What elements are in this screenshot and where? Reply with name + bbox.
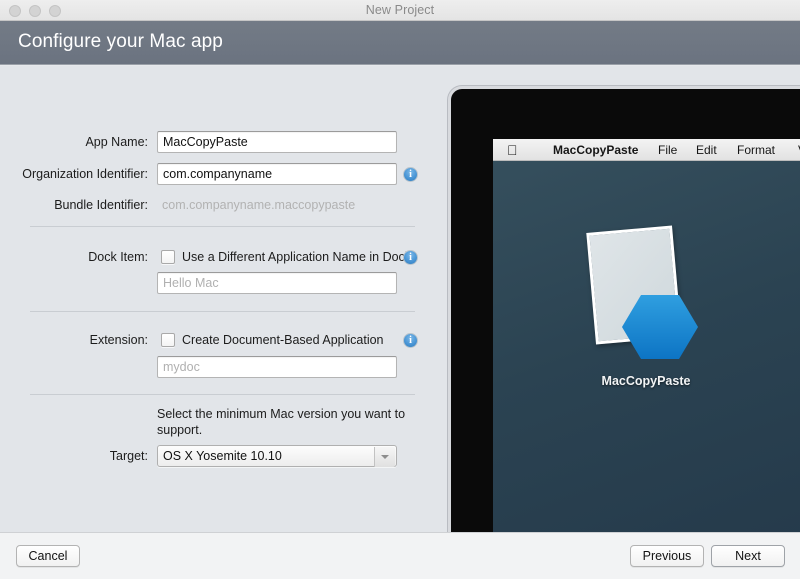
laptop-screen:  MacCopyPaste File Edit Format View bbox=[493, 139, 800, 532]
row-target: Target: OS X Yosemite 10.10 bbox=[0, 445, 440, 467]
divider-1 bbox=[30, 226, 415, 227]
row-organization-identifier: Organization Identifier: com.companyname… bbox=[0, 163, 440, 185]
menu-item-format: Format bbox=[737, 143, 776, 157]
organization-identifier-label: Organization Identifier: bbox=[22, 167, 148, 181]
window-title: New Project bbox=[365, 3, 435, 17]
dock-item-checkbox[interactable] bbox=[161, 250, 175, 264]
target-select-value: OS X Yosemite 10.10 bbox=[163, 449, 282, 463]
extension-checkbox[interactable] bbox=[161, 333, 175, 347]
menu-item-app-name: MacCopyPaste bbox=[553, 143, 639, 157]
laptop-mockup:  MacCopyPaste File Edit Format View bbox=[448, 86, 800, 532]
header-bar: Configure your Mac app bbox=[0, 21, 800, 65]
row-bundle-identifier: Bundle Identifier: com.companyname.macco… bbox=[0, 194, 440, 216]
divider-3 bbox=[30, 394, 415, 395]
previous-button[interactable]: Previous bbox=[630, 545, 704, 567]
app-icon-caption: MacCopyPaste bbox=[601, 374, 691, 388]
cancel-button[interactable]: Cancel bbox=[16, 545, 80, 567]
extension-name-input[interactable]: mydoc bbox=[157, 356, 397, 378]
target-help-text: Select the minimum Mac version you want … bbox=[157, 407, 406, 437]
new-project-window: New Project Configure your Mac app App N… bbox=[0, 0, 800, 579]
preview-menubar:  MacCopyPaste File Edit Format View bbox=[493, 139, 800, 161]
bundle-identifier-value: com.companyname.maccopypaste bbox=[162, 198, 356, 212]
extension-label: Extension: bbox=[89, 333, 148, 347]
apple-logo-icon:  bbox=[507, 141, 518, 159]
divider-2 bbox=[30, 311, 415, 312]
dock-item-label: Dock Item: bbox=[88, 250, 148, 264]
hexagon-icon bbox=[621, 293, 699, 361]
app-icon-illustration: MacCopyPaste bbox=[581, 225, 711, 388]
page-title: Configure your Mac app bbox=[18, 31, 223, 52]
organization-identifier-input[interactable]: com.companyname bbox=[157, 163, 397, 185]
dock-item-checkbox-label[interactable]: Use a Different Application Name in Dock bbox=[182, 250, 411, 264]
content-area: App Name: MacCopyPaste Organization Iden… bbox=[0, 66, 800, 532]
target-select[interactable]: OS X Yosemite 10.10 bbox=[157, 445, 397, 467]
row-extension-name: mydoc bbox=[0, 356, 440, 378]
menu-item-file: File bbox=[658, 143, 678, 157]
titlebar: New Project bbox=[0, 0, 800, 21]
row-app-name: App Name: MacCopyPaste bbox=[0, 131, 440, 153]
row-extension: Extension: Create Document-Based Applica… bbox=[0, 329, 440, 351]
dock-item-info-icon[interactable]: i bbox=[403, 250, 418, 265]
app-preview:  MacCopyPaste File Edit Format View bbox=[440, 66, 800, 532]
bundle-identifier-label: Bundle Identifier: bbox=[54, 198, 148, 212]
row-dock-item-name: Hello Mac bbox=[0, 272, 440, 294]
dock-item-name-input[interactable]: Hello Mac bbox=[157, 272, 397, 294]
app-name-input[interactable]: MacCopyPaste bbox=[157, 131, 397, 153]
target-label: Target: bbox=[109, 449, 148, 463]
extension-checkbox-label[interactable]: Create Document-Based Application bbox=[182, 333, 384, 347]
configuration-form: App Name: MacCopyPaste Organization Iden… bbox=[0, 66, 440, 532]
menu-item-edit: Edit bbox=[696, 143, 717, 157]
extension-info-icon[interactable]: i bbox=[403, 333, 418, 348]
footer-bar: Cancel Previous Next bbox=[0, 532, 800, 579]
app-name-label: App Name: bbox=[85, 135, 148, 149]
next-button[interactable]: Next bbox=[711, 545, 785, 567]
row-dock-item: Dock Item: Use a Different Application N… bbox=[0, 246, 440, 268]
chevron-down-icon[interactable] bbox=[374, 447, 395, 467]
organization-identifier-info-icon[interactable]: i bbox=[403, 167, 418, 182]
